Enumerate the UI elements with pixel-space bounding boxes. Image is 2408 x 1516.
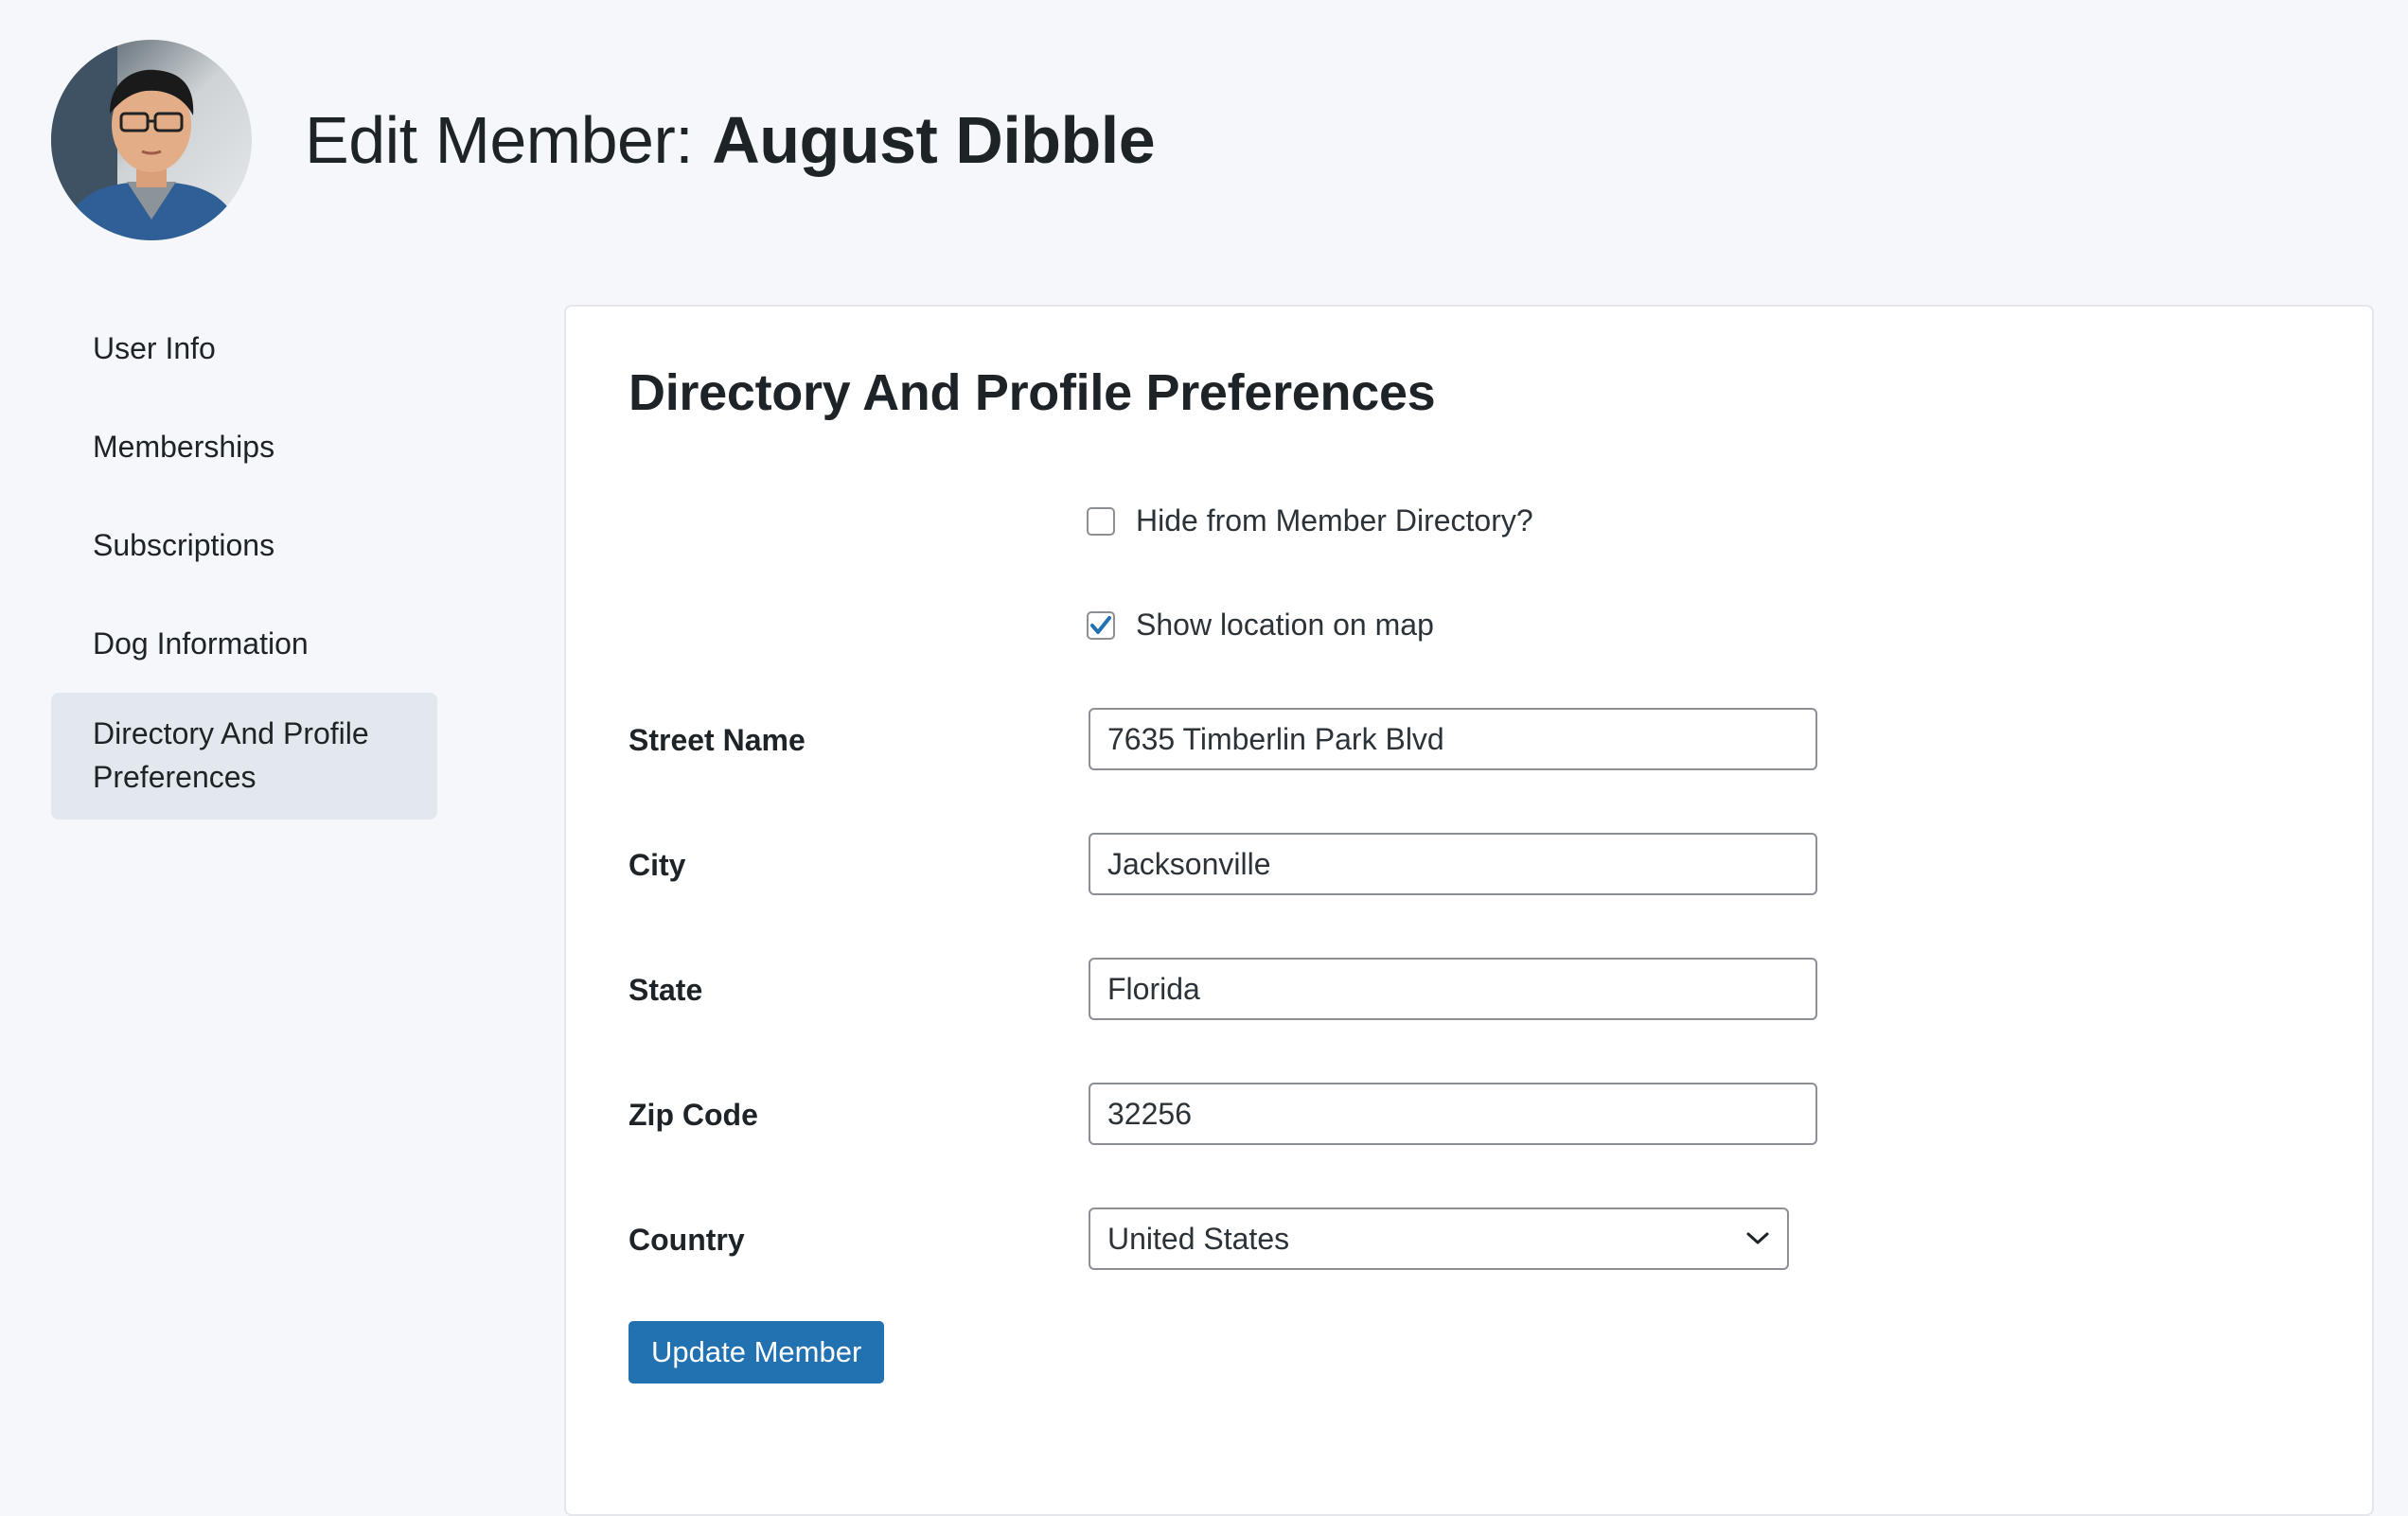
sidebar-nav: User Info Memberships Subscriptions Dog … [51,299,509,820]
sidebar-item-subscriptions[interactable]: Subscriptions [51,496,509,594]
country-label: Country [629,1223,745,1257]
country-selected-value: United States [1107,1221,1290,1256]
street-name-input[interactable] [1089,708,1817,770]
hide-from-directory-checkbox[interactable] [1087,506,1115,536]
show-location-row[interactable]: Show location on map [1087,608,1434,643]
page-title-prefix: Edit Member: [305,103,694,177]
state-label: State [629,973,703,1007]
sidebar-item-memberships[interactable]: Memberships [51,397,509,496]
zip-code-label: Zip Code [629,1098,758,1132]
checkmark-icon [1090,615,1111,634]
zip-code-input[interactable] [1089,1083,1817,1145]
show-location-label: Show location on map [1136,608,1434,642]
section-title: Directory And Profile Preferences [629,364,1436,421]
city-input[interactable] [1089,833,1817,895]
avatar [51,40,252,240]
city-label: City [629,848,686,882]
street-name-label: Street Name [629,723,806,757]
country-select[interactable]: United States [1089,1208,1789,1270]
sidebar-item-directory-profile-preferences[interactable]: Directory And Profile Preferences [51,693,437,820]
sidebar-item-dog-information[interactable]: Dog Information [51,594,509,693]
update-member-button[interactable]: Update Member [629,1321,885,1384]
chevron-down-icon [1746,1232,1769,1244]
avatar-photo-icon [51,40,252,240]
hide-from-directory-label: Hide from Member Directory? [1136,503,1533,538]
sidebar-item-user-info[interactable]: User Info [51,299,509,397]
show-location-checkbox[interactable] [1087,610,1115,640]
preferences-card: Directory And Profile Preferences Hide f… [564,305,2374,1516]
hide-from-directory-row[interactable]: Hide from Member Directory? [1087,503,1533,538]
page-header: Edit Member: August Dibble [51,40,1156,240]
member-name: August Dibble [712,103,1156,177]
page-title: Edit Member: August Dibble [305,102,1156,178]
state-input[interactable] [1089,958,1817,1020]
